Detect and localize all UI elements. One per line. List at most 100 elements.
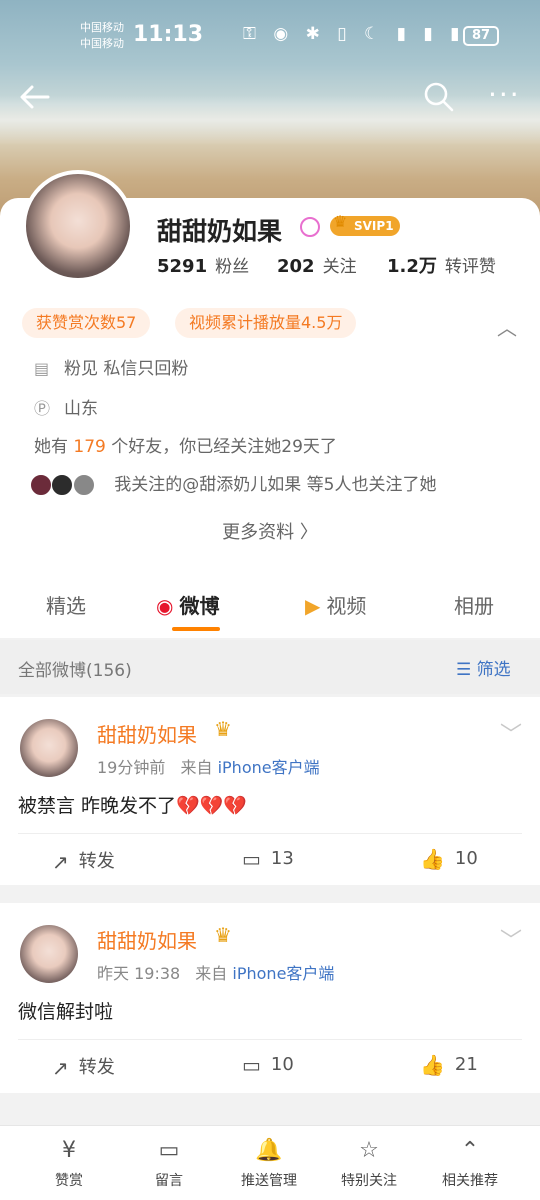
profile-name: 甜甜奶如果: [157, 217, 283, 246]
push-settings-button[interactable]: 🔔 推送管理: [229, 1136, 309, 1190]
tag-reward-count[interactable]: 获赞赏次数57: [22, 308, 151, 338]
pink-badge-icon[interactable]: [300, 217, 320, 237]
status-icons: ⚿ ◉ ✱ ▯ ☾ ▮ ▮ ▮: [243, 24, 466, 44]
document-icon: ▤: [34, 359, 50, 378]
profile-tabs: 精选 ◉ 微博 ▶ 视频 相册: [0, 574, 540, 638]
special-follow-button[interactable]: ☆ 特别关注: [329, 1136, 409, 1190]
tab-weibo-label: 微博: [179, 594, 220, 618]
post-card[interactable]: 甜甜奶如果 ♛ ﹀ 19分钟前 来自 iPhone客户端 被禁言 昨晚发不了💔💔…: [0, 697, 540, 885]
comment-button[interactable]: ▭ 10: [242, 1053, 294, 1077]
post-from: 来自: [195, 964, 228, 983]
active-tab-indicator: [172, 627, 220, 631]
repost-button[interactable]: ↗ 转发: [52, 1053, 115, 1080]
post-text: 被禁言 昨晚发不了💔💔💔: [18, 791, 247, 818]
comment-icon: ▭: [242, 847, 261, 871]
message-button[interactable]: ▭ 留言: [129, 1136, 209, 1190]
svip-badge[interactable]: ♛ SVIP1: [330, 212, 400, 236]
search-icon[interactable]: [424, 82, 454, 112]
post-card[interactable]: 甜甜奶如果 ♛ ﹀ 昨天 19:38 来自 iPhone客户端 微信解封啦 ↗ 转…: [0, 903, 540, 1093]
post-meta: 19分钟前 来自 iPhone客户端: [97, 754, 320, 778]
post-avatar[interactable]: [20, 719, 78, 777]
profile-avatar[interactable]: [22, 170, 134, 282]
share-icon: ↗: [52, 850, 69, 874]
more-dots-icon[interactable]: ···: [488, 78, 521, 111]
like-button[interactable]: 👍 21: [420, 1053, 478, 1077]
battery-icon: 87: [463, 26, 499, 46]
thumbs-up-icon: 👍: [420, 1053, 445, 1077]
post-source[interactable]: iPhone客户端: [218, 758, 320, 777]
special-follow-icon: ☆: [359, 1138, 379, 1163]
info-ip: Ⓟ 山东: [34, 394, 98, 419]
post-text-content: 被禁言 昨晚发不了: [18, 795, 177, 817]
carrier-1: 中国移动: [80, 21, 124, 34]
post-avatar[interactable]: [20, 925, 78, 983]
stat-interactions-label: 转评赞: [444, 257, 496, 277]
tab-video[interactable]: ▶ 视频: [305, 590, 366, 619]
post-count-label: 全部微博(156): [18, 661, 132, 681]
carrier-label: 中国移动 中国移动: [80, 20, 124, 52]
comment-icon: ▭: [242, 1053, 261, 1077]
cover-sea-highlight: [0, 95, 540, 145]
info-ip-text: 山东: [64, 399, 98, 419]
stat-interactions-value: 1.2万: [387, 256, 437, 277]
post-time: 昨天 19:38: [97, 964, 181, 983]
stat-interactions[interactable]: 1.2万 转评赞: [387, 252, 496, 278]
comment-count: 13: [270, 848, 294, 869]
stat-following[interactable]: 202 关注: [277, 252, 357, 277]
recommend-label: 相关推荐: [442, 1173, 498, 1189]
tab-video-label: 视频: [326, 594, 367, 618]
post-author[interactable]: 甜甜奶如果: [97, 925, 197, 954]
stat-fans-label: 粉丝: [215, 257, 250, 277]
more-info-link[interactable]: 更多资料 〉: [0, 518, 540, 544]
reward-label: 赞赏: [55, 1173, 83, 1189]
reward-button[interactable]: ¥ 赞赏: [29, 1136, 109, 1190]
filter-label: 筛选: [476, 660, 511, 680]
tab-album[interactable]: 相册: [454, 590, 494, 619]
special-follow-label: 特别关注: [341, 1173, 397, 1189]
friends-line: 她有 179 个好友，你已经关注她29天了: [34, 432, 337, 457]
post-divider: [18, 833, 522, 834]
crown-icon: ♛: [214, 923, 232, 947]
stat-following-label: 关注: [322, 257, 357, 277]
repost-button[interactable]: ↗ 转发: [52, 847, 115, 874]
chevron-down-icon[interactable]: ﹀: [500, 717, 522, 749]
crown-icon: ♛: [214, 717, 232, 741]
post-text: 微信解封啦: [18, 997, 113, 1024]
tag-video-plays[interactable]: 视频累计播放量4.5万: [175, 308, 357, 338]
message-label: 留言: [155, 1173, 183, 1189]
filter-bar: 全部微博(156) ☰ 筛选: [0, 640, 540, 694]
svip-label: SVIP1: [354, 219, 394, 233]
bell-plus-icon: 🔔: [255, 1138, 283, 1163]
repost-label: 转发: [78, 851, 115, 872]
crown-icon: ♛: [333, 212, 348, 231]
chevron-up-icon[interactable]: ︿: [497, 312, 517, 341]
recommend-button[interactable]: ⌃ 相关推荐: [430, 1136, 510, 1190]
comment-count: 10: [270, 1054, 294, 1075]
stat-fans[interactable]: 5291 粉丝: [157, 252, 249, 277]
post-text-content: 微信解封啦: [18, 1001, 114, 1023]
post-from: 来自: [180, 758, 213, 777]
mutual-follow-row[interactable]: 我关注的@甜添奶儿如果 等5人也关注了她: [30, 470, 436, 496]
tab-featured[interactable]: 精选: [46, 590, 86, 619]
video-icon: ▶: [305, 594, 321, 618]
comment-button[interactable]: ▭ 13: [242, 847, 294, 871]
search-glyph: [424, 82, 454, 112]
friends-count[interactable]: 179: [73, 437, 105, 457]
tab-weibo[interactable]: ◉ 微博: [156, 590, 219, 619]
filter-button[interactable]: ☰ 筛选: [456, 655, 511, 680]
like-button[interactable]: 👍 10: [420, 847, 478, 871]
repost-label: 转发: [78, 1057, 115, 1078]
filter-icon: ☰: [456, 660, 472, 680]
friends-prefix: 她有: [34, 437, 68, 457]
status-bar: 中国移动 中国移动 11:13 ⚿ ◉ ✱ ▯ ☾ ▮ ▮ ▮ 87: [0, 18, 540, 58]
post-source[interactable]: iPhone客户端: [232, 964, 334, 983]
carrier-2: 中国移动: [80, 37, 124, 50]
share-icon: ↗: [52, 1056, 69, 1080]
push-settings-label: 推送管理: [241, 1173, 297, 1189]
post-author[interactable]: 甜甜奶如果: [97, 719, 197, 748]
back-arrow-icon[interactable]: [18, 80, 52, 120]
chevron-down-icon[interactable]: ﹀: [500, 923, 522, 955]
mutual-avatar-2: [51, 474, 74, 496]
mutual-avatar-1: [30, 474, 52, 496]
thumbs-up-icon: 👍: [420, 847, 445, 871]
